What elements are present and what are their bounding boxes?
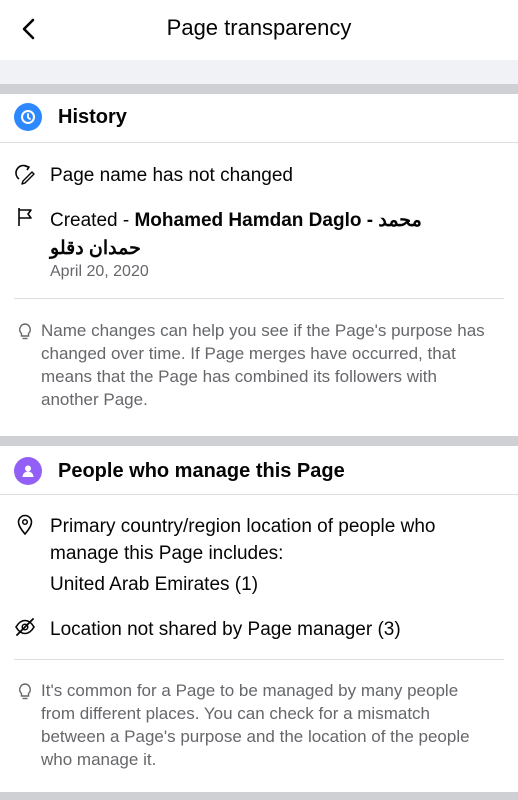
created-page-name-arabic: حمدان دقلو	[50, 238, 141, 259]
location-pin-icon	[14, 514, 36, 536]
lightbulb-icon	[17, 322, 33, 342]
person-icon	[14, 457, 42, 485]
page-title: Page transparency	[166, 15, 352, 40]
created-date: April 20, 2020	[50, 263, 149, 280]
created-text: Created - Mohamed Hamdan Daglo - محمد	[50, 207, 490, 234]
managers-info-text: It's common for a Page to be managed by …	[41, 681, 470, 769]
history-clock-icon	[14, 103, 42, 131]
location-not-shared-text: Location not shared by Page manager (3)	[50, 619, 401, 640]
managers-section-title: People who manage this Page	[58, 460, 345, 482]
name-change-icon	[14, 163, 36, 185]
location-hidden-icon	[14, 616, 36, 638]
section-divider	[0, 792, 518, 800]
divider	[14, 659, 504, 660]
section-divider	[0, 436, 518, 446]
divider	[14, 298, 504, 299]
history-section-title: History	[58, 106, 127, 128]
country-text: United Arab Emirates (1)	[50, 574, 259, 595]
separator-light	[0, 60, 518, 84]
history-info-text: Name changes can help you see if the Pag…	[41, 321, 485, 409]
top-bar: Page transparency	[0, 0, 518, 60]
name-status-text: Page name has not changed	[50, 165, 293, 186]
created-page-name: Mohamed Hamdan Daglo - محمد	[134, 210, 422, 231]
section-divider	[0, 84, 518, 94]
location-intro-text: Primary country/region location of peopl…	[50, 516, 436, 564]
flag-icon	[14, 206, 36, 228]
created-prefix: Created -	[50, 210, 135, 231]
divider	[0, 142, 518, 143]
divider	[0, 494, 518, 495]
lightbulb-icon	[17, 682, 33, 702]
